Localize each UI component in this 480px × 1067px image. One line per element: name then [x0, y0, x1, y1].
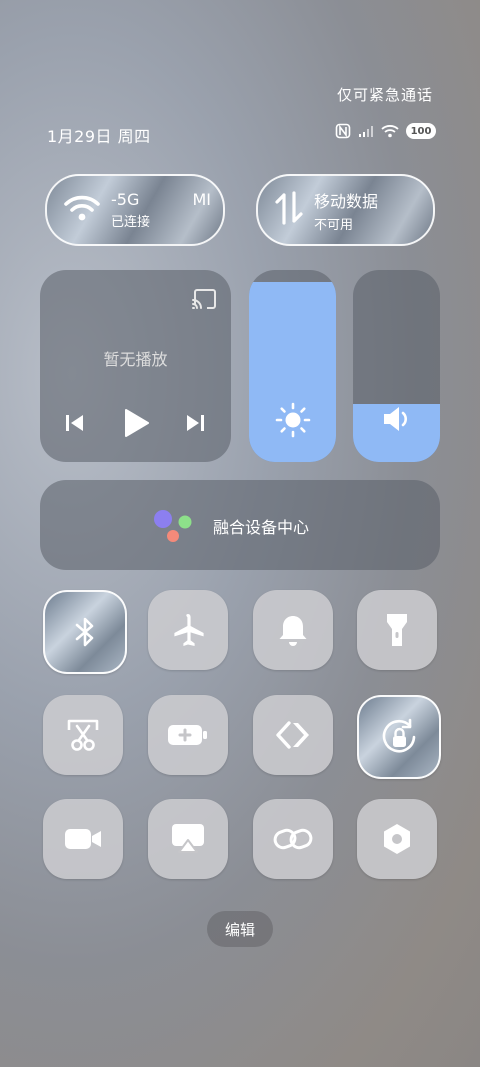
rotation-lock-toggle[interactable] [357, 695, 441, 779]
wifi-tile[interactable]: -5G MI 已连接 [45, 174, 225, 246]
brightness-sun-icon [275, 402, 311, 442]
media-player-card[interactable]: 暂无播放 [40, 270, 231, 462]
wifi-status-icon [381, 124, 399, 138]
scissors-icon [66, 718, 100, 752]
wifi-status: 已连接 [111, 215, 151, 230]
screenshot-toggle[interactable] [43, 695, 123, 775]
mobile-data-title: 移动数据 [314, 191, 379, 211]
fusion-dots-icon [152, 509, 194, 549]
wifi-icon [63, 193, 101, 227]
link-share-toggle[interactable] [253, 799, 333, 879]
video-camera-icon [63, 826, 103, 852]
battery-plus-icon [167, 723, 209, 747]
airplane-icon [170, 612, 206, 648]
screen-cast-toggle[interactable] [148, 799, 228, 879]
brightness-slider[interactable] [249, 270, 336, 462]
bluetooth-toggle[interactable] [43, 590, 127, 674]
cast-icon[interactable] [191, 288, 217, 314]
date-text: 1月29日 周四 [47, 127, 151, 146]
settings-toggle[interactable] [357, 799, 437, 879]
link-icon [273, 826, 313, 852]
status-icons: 100 [335, 123, 436, 139]
flashlight-icon [384, 612, 410, 648]
nfc-icon [335, 123, 351, 139]
wifi-name: -5G [111, 190, 140, 209]
speaker-icon [381, 404, 413, 438]
mobile-data-status: 不可用 [314, 217, 354, 233]
volume-slider[interactable] [353, 270, 440, 462]
bluetooth-icon [74, 615, 96, 649]
battery-icon: 100 [406, 123, 436, 139]
wifi-name-extra: MI [192, 190, 211, 209]
media-title: 暂无播放 [103, 350, 168, 369]
next-track-icon[interactable] [185, 413, 205, 437]
flashlight-toggle[interactable] [357, 590, 437, 670]
battery-saver-toggle[interactable] [148, 695, 228, 775]
mobile-data-tile[interactable]: 移动数据 不可用 [256, 174, 435, 246]
cast-screen-icon [169, 822, 207, 856]
edit-button[interactable]: 编辑 [207, 911, 273, 947]
previous-track-icon[interactable] [65, 413, 85, 437]
screen-record-toggle[interactable] [43, 799, 123, 879]
fusion-device-center-card[interactable]: 融合设备中心 [40, 480, 440, 570]
vpn-toggle[interactable] [253, 695, 333, 775]
mobile-data-arrows-icon [274, 191, 304, 229]
bell-icon [277, 613, 309, 647]
ringer-toggle[interactable] [253, 590, 333, 670]
airplane-mode-toggle[interactable] [148, 590, 228, 670]
fusion-device-center-label: 融合设备中心 [213, 518, 310, 537]
hexagon-settings-icon [380, 822, 414, 856]
code-brackets-icon [275, 720, 311, 750]
rotation-lock-icon [379, 717, 419, 757]
signal-icon [358, 125, 374, 137]
play-icon[interactable] [123, 408, 149, 442]
emergency-call-only-text: 仅可紧急通话 [336, 86, 433, 104]
